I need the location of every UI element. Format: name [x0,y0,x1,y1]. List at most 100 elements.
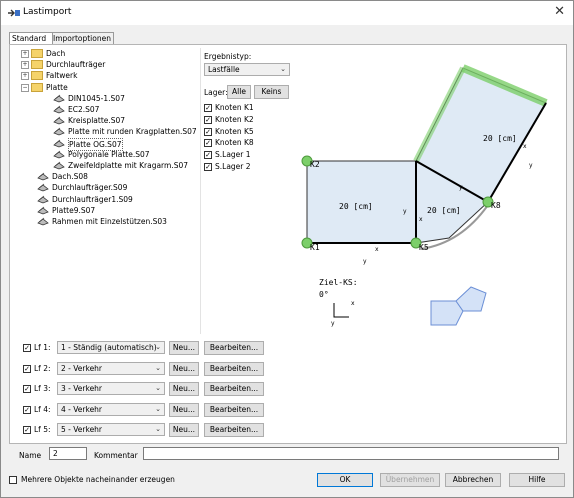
load-case-edit-button[interactable]: Bearbeiten... [204,361,264,376]
load-case-checkbox[interactable]: ✓ [23,405,31,414]
axis-y-label-3: y [529,162,533,169]
close-icon[interactable]: ✕ [554,4,565,19]
ergebnistyp-label: Ergebnistyp: [204,52,252,61]
label-k2: K2 [310,160,320,169]
name-label: Name [19,451,42,460]
lager-item-label: S.Lager 1 [215,150,251,160]
load-case-new-button[interactable]: Neu... [169,402,199,417]
load-case-edit-button[interactable]: Bearbeiten... [204,402,264,417]
lager-item-label: Knoten K8 [215,138,254,148]
load-case-new-button[interactable]: Neu... [169,341,199,355]
load-case-edit-button[interactable]: Bearbeiten... [204,382,264,396]
lager-checkbox[interactable]: ✓ [204,139,212,148]
load-case-label: Lf 2: [34,363,51,373]
load-case-label: Lf 4: [34,404,51,414]
dim-label-middle: 20 [cm] [427,206,461,215]
plate-icon [53,150,65,159]
plate-icon [53,139,65,148]
collapse-icon[interactable]: − [21,83,29,92]
tab-standard[interactable]: Standard [9,32,53,44]
window-title: Lastimport [23,7,72,17]
expand-icon[interactable]: + [21,61,29,70]
tree-item-label: Kreisplatte.S07 [68,116,126,126]
axis-x-label-1: x [375,246,379,253]
load-case-select[interactable]: 5 - Verkehr ⌄ [57,423,165,436]
axis-y-label-1: y [363,258,367,265]
tree-item-label: Durchlaufträger1.S09 [52,194,133,204]
load-case-new-button[interactable]: Neu... [169,423,199,437]
load-case-value: 4 - Verkehr [61,404,103,414]
ziel-ks-angle: 0° [319,290,329,299]
chevron-down-icon: ⌄ [155,343,161,351]
load-case-value: 1 - Ständig (automatisch) [61,343,157,352]
tree-item-label: Durchlaufträger.S09 [52,183,128,193]
chevron-down-icon: ⌄ [155,363,161,372]
folder-icon [31,49,43,58]
lager-all-button[interactable]: Alle [227,85,251,99]
load-case-label: Lf 5: [34,425,51,434]
ergebnistyp-select[interactable]: Lastfälle ⌄ [204,63,290,76]
lager-checkbox[interactable]: ✓ [204,104,212,112]
tree-item-label: Platte9.S07 [52,205,96,215]
axis-x-label-3: x [523,143,527,150]
beam-icon [37,183,49,192]
ziel-axis-x: x [351,300,355,307]
lager-item-label: Knoten K5 [215,126,254,136]
label-k1: K1 [310,243,320,252]
title-bar: Lastimport ✕ [1,1,573,25]
apply-button[interactable]: Übernehmen [380,473,440,487]
load-case-value: 5 - Verkehr [61,425,103,434]
mehrere-checkbox[interactable] [9,476,17,484]
ziel-ks-label: Ziel-KS: [319,278,358,287]
load-case-select[interactable]: 4 - Verkehr ⌄ [57,402,165,416]
plate-icon [53,116,65,125]
expand-icon[interactable]: + [21,50,29,58]
ziel-axis-y: y [331,320,335,327]
tree-item-label: Platte mit runden Kragplatten.S07 [68,127,197,137]
load-case-checkbox[interactable]: ✓ [23,385,31,393]
lager-checkbox[interactable]: ✓ [204,127,212,136]
load-case-edit-button[interactable]: Bearbeiten... [204,423,264,437]
coordinate-axes-icon [333,303,349,318]
load-case-new-button[interactable]: Neu... [169,361,199,376]
load-case-select[interactable]: 1 - Ständig (automatisch) ⌄ [57,341,165,354]
plate-icon [53,105,65,114]
plate-icon [53,161,65,170]
tree-item-label: Platte [46,82,68,92]
expand-icon[interactable]: + [21,72,29,81]
lager-item-label: S.Lager 2 [215,162,251,171]
folder-icon [31,60,43,70]
load-case-select[interactable]: 2 - Verkehr ⌄ [57,361,165,375]
axis-y-label-4: y [459,184,463,191]
overview-minimap [430,286,487,326]
lager-checkbox[interactable]: ✓ [204,163,212,171]
label-k5: K5 [419,243,429,252]
lager-label: Lager: [204,88,228,97]
tree-item-label: Faltwerk [46,71,78,81]
kommentar-input[interactable] [143,447,559,460]
chevron-down-icon: ⌄ [155,425,161,433]
load-case-checkbox[interactable]: ✓ [23,426,31,434]
dim-label-upper: 20 [cm] [483,134,517,143]
ok-button[interactable]: OK [317,473,373,487]
name-input[interactable]: 2 [49,447,87,460]
load-case-edit-button[interactable]: Bearbeiten... [204,341,264,355]
plate-icon [53,127,65,136]
label-k8: K8 [491,201,501,210]
tree-item-label: Dach.S08 [52,172,88,182]
help-button[interactable]: Hilfe [509,473,565,487]
load-case-new-button[interactable]: Neu... [169,382,199,396]
lager-none-button[interactable]: Keins [254,85,289,99]
load-case-checkbox[interactable]: ✓ [23,364,31,373]
lager-item-label: Knoten K1 [215,103,254,112]
lager-checkbox[interactable]: ✓ [204,151,212,160]
load-case-checkbox[interactable]: ✓ [23,344,31,352]
load-case-select[interactable]: 3 - Verkehr ⌄ [57,382,165,395]
frame-icon [37,217,49,226]
app-icon [8,9,20,17]
tab-importoptionen[interactable]: Importoptionen [50,32,114,44]
dim-label-left: 20 [cm] [339,202,373,211]
beam-icon [37,195,49,204]
cancel-button[interactable]: Abbrechen [445,473,501,487]
lager-checkbox[interactable]: ✓ [204,115,212,124]
